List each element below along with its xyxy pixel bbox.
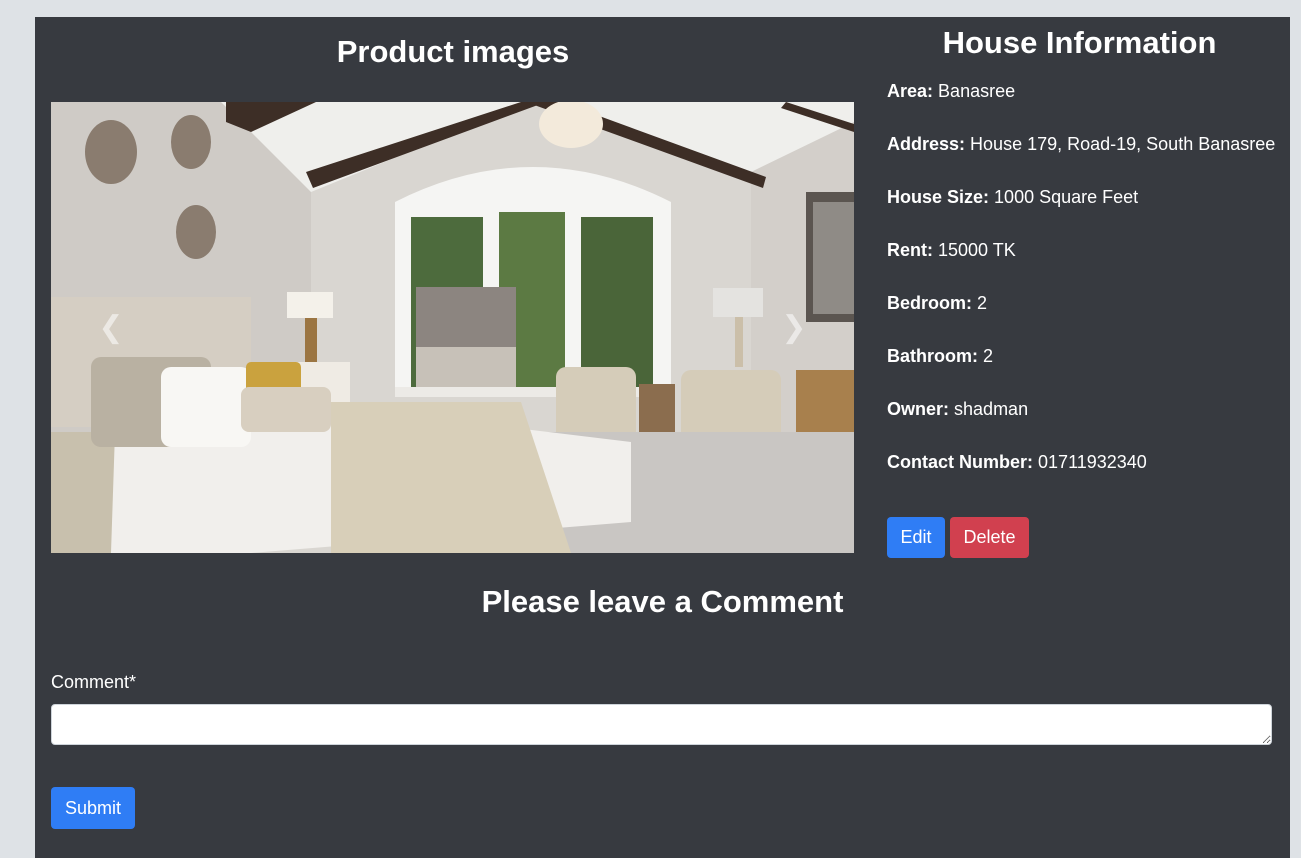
delete-button[interactable]: Delete [950,517,1029,558]
comment-label: Comment* [51,672,137,692]
info-label: Address: [887,134,966,154]
chevron-left-icon: ❮ [98,310,124,345]
house-information-title: House Information [942,25,1217,60]
info-value: 2 [983,346,994,366]
info-rent: Rent: 15000 TK [887,238,1282,291]
submit-button[interactable]: Submit [51,787,135,829]
house-detail-panel: Product images ❮ ❯ House Information Are… [35,17,1290,858]
info-bathroom: Bathroom: 2 [887,344,1282,397]
info-value: 15000 TK [938,240,1016,260]
info-area: Area: Banasree [887,79,1282,132]
carousel-prev-button[interactable]: ❮ [51,102,171,553]
info-label: Owner: [887,399,950,419]
info-label: House Size: [887,187,990,207]
product-images-title: Product images [336,34,570,69]
comment-section-title: Please leave a Comment [481,584,844,619]
info-label: Bedroom: [887,293,972,313]
info-label: Rent: [887,240,933,260]
info-label: Contact Number: [887,452,1034,472]
comment-input[interactable] [51,704,1272,745]
info-address: Address: House 179, Road-19, South Banas… [887,132,1282,185]
info-value: 1000 Square Feet [994,187,1139,207]
info-house-size: House Size: 1000 Square Feet [887,185,1282,238]
house-info-list: Area: Banasree Address: House 179, Road-… [887,79,1282,503]
info-value: 01711932340 [1038,452,1147,472]
chevron-right-icon: ❯ [781,310,807,345]
info-value: 2 [977,293,988,313]
info-label: Area: [887,81,934,101]
info-label: Bathroom: [887,346,978,366]
image-carousel[interactable]: ❮ ❯ [51,102,854,553]
info-value: shadman [954,399,1029,419]
info-bedroom: Bedroom: 2 [887,291,1282,344]
info-owner: Owner: shadman [887,397,1282,450]
info-value: House 179, Road-19, South Banasree [970,134,1276,154]
carousel-next-button[interactable]: ❯ [734,102,854,553]
edit-button[interactable]: Edit [887,517,945,558]
info-contact-number: Contact Number: 01711932340 [887,450,1282,503]
info-value: Banasree [938,81,1016,101]
